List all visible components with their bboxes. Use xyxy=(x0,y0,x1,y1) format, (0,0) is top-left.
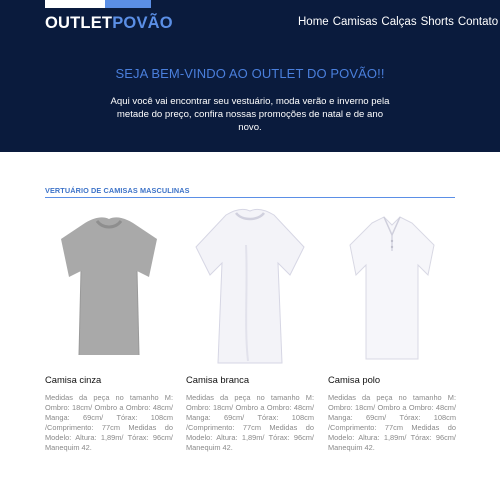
product-card[interactable]: Camisa branca Medidas da peça no tamanho… xyxy=(186,205,314,452)
nav-contato[interactable]: Contato xyxy=(458,16,498,28)
hero-banner: OUTLETPOVÃO Home Camisas Calças Shorts C… xyxy=(0,0,500,152)
product-name[interactable]: Camisa branca xyxy=(186,374,249,385)
welcome-heading: SEJA BEM-VINDO AO OUTLET DO POVÃO!! xyxy=(115,66,385,81)
white-tshirt-image[interactable] xyxy=(186,205,314,367)
logo-text-white: OUTLET xyxy=(45,14,113,32)
section-divider xyxy=(45,197,455,198)
section-title: VERTUÁRIO DE CAMISAS MASCULINAS xyxy=(45,186,190,195)
product-description: Medidas da peça no tamanho M: Ombro: 18c… xyxy=(328,393,456,452)
product-name[interactable]: Camisa cinza xyxy=(45,374,101,385)
product-card[interactable]: Camisa cinza Medidas da peça no tamanho … xyxy=(45,205,173,452)
logo-text-blue: POVÃO xyxy=(112,14,173,32)
nav-home[interactable]: Home xyxy=(298,16,329,28)
product-name[interactable]: Camisa polo xyxy=(328,374,380,385)
main-nav: Home Camisas Calças Shorts Contato xyxy=(298,16,498,28)
nav-camisas[interactable]: Camisas xyxy=(333,16,378,28)
logo-bar-blue xyxy=(105,0,151,8)
site-logo[interactable]: OUTLETPOVÃO xyxy=(45,14,173,33)
product-card[interactable]: Camisa polo Medidas da peça no tamanho M… xyxy=(328,205,456,452)
gray-tshirt-image[interactable] xyxy=(45,205,173,367)
intro-text: Aqui você vai encontrar seu vestuário, m… xyxy=(110,96,390,133)
nav-calcas[interactable]: Calças xyxy=(381,16,416,28)
logo-bar-white xyxy=(45,0,105,8)
product-description: Medidas da peça no tamanho M: Ombro: 18c… xyxy=(45,393,173,452)
nav-shorts[interactable]: Shorts xyxy=(421,16,454,28)
polo-shirt-image[interactable] xyxy=(328,205,456,367)
product-description: Medidas da peça no tamanho M: Ombro: 18c… xyxy=(186,393,314,452)
